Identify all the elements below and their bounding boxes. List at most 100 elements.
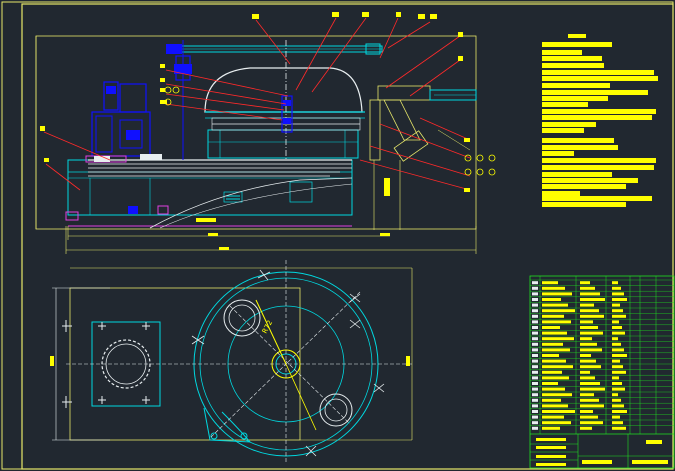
- elevation-dimensions: [65, 129, 477, 254]
- table-cell-text: [612, 415, 620, 419]
- table-cell-text: [612, 331, 625, 335]
- elevation-view: [35, 12, 496, 254]
- table-row-number: [532, 421, 538, 425]
- table-cell-text: [612, 365, 623, 369]
- table-cell-text: [580, 421, 603, 425]
- table-cell-text: [580, 393, 594, 397]
- table-cell-text: [542, 426, 560, 430]
- table-cell-text: [612, 281, 618, 285]
- table-cell-text: [612, 314, 626, 318]
- table-row-number: [532, 320, 538, 324]
- table-cell-text: [580, 281, 590, 285]
- table-cell-text: [542, 376, 569, 380]
- table-cell-text: [580, 398, 599, 402]
- table-cell-text: [580, 404, 604, 408]
- table-cell-text: [580, 314, 604, 318]
- table-row-number: [532, 415, 538, 419]
- table-cell-text: [612, 309, 623, 313]
- table-row-number: [532, 292, 538, 296]
- table-cell-text: [542, 286, 565, 290]
- table-cell-text: [542, 404, 568, 408]
- table-cell-text: [542, 359, 566, 363]
- base-frame: [65, 159, 353, 227]
- table-cell-text: [612, 398, 621, 402]
- table-cell-text: [542, 410, 575, 413]
- table-cell-text: [580, 320, 593, 324]
- table-cell-text: [580, 292, 600, 296]
- table-cell-text: [580, 348, 602, 352]
- table-row-number: [532, 326, 538, 329]
- table-cell-text: [580, 365, 601, 369]
- table-cell-text: [580, 342, 597, 346]
- table-cell-text: [612, 382, 622, 385]
- table-row-number: [532, 314, 538, 318]
- table-cell-text: [612, 370, 626, 374]
- table-cell-text: [612, 387, 625, 391]
- table-row-number: [532, 337, 538, 341]
- technical-notes: [542, 34, 658, 207]
- table-cell-text: [580, 387, 605, 391]
- table-cell-text: [612, 421, 623, 425]
- table-cell-text: [580, 354, 591, 357]
- table-row-number: [532, 404, 538, 408]
- table-row-number: [532, 387, 538, 391]
- table-cell-text: [542, 354, 559, 357]
- table-cell-text: [542, 298, 561, 301]
- table-row-number: [532, 398, 538, 402]
- table-cell-text: [612, 359, 620, 363]
- table-cell-text: [542, 382, 558, 385]
- table-row-number: [532, 342, 538, 346]
- table-row-number: [532, 281, 538, 285]
- table-cell-text: [542, 348, 570, 352]
- table-cell-text: [612, 286, 621, 290]
- table-row-number: [532, 393, 538, 397]
- table-cell-text: [612, 393, 618, 397]
- table-cell-text: [612, 348, 624, 352]
- motor-assembly: [85, 40, 192, 163]
- table-cell-text: [612, 320, 619, 324]
- table-cell-text: [580, 337, 592, 341]
- table-row-number: [532, 382, 538, 385]
- table-cell-text: [542, 387, 565, 391]
- radius-label: R72: [261, 319, 275, 335]
- table-cell-text: [580, 286, 595, 290]
- table-cell-text: [580, 331, 603, 335]
- table-cell-text: [580, 298, 605, 301]
- table-row-number: [532, 426, 538, 430]
- table-cell-text: [612, 342, 621, 346]
- plate-stack: [88, 159, 353, 229]
- table-cell-text: [580, 415, 598, 419]
- table-cell-text: [542, 337, 574, 341]
- table-cell-text: [612, 426, 626, 430]
- main-circle: R72: [66, 260, 412, 464]
- table-row-number: [532, 370, 538, 374]
- table-row-number: [532, 410, 538, 413]
- table-cell-text: [612, 376, 619, 380]
- table-row-number: [532, 359, 538, 363]
- table-cell-text: [612, 292, 624, 296]
- plan-view: R72: [50, 260, 413, 464]
- table-cell-text: [580, 309, 599, 313]
- table-cell-text: [542, 370, 562, 374]
- table-cell-text: [580, 326, 598, 329]
- table-cell-text: [580, 303, 594, 307]
- table-row-number: [532, 298, 538, 301]
- table-cell-text: [542, 342, 563, 346]
- table-cell-text: [542, 314, 564, 318]
- table-row-number: [532, 286, 538, 290]
- table-rows: [530, 279, 674, 430]
- table-cell-text: [542, 365, 573, 369]
- table-cell-text: [542, 309, 575, 313]
- table-cell-text: [580, 370, 590, 374]
- table-cell-text: [612, 404, 624, 408]
- table-cell-text: [542, 398, 561, 402]
- table-cell-text: [612, 298, 627, 301]
- table-cell-text: [580, 382, 600, 385]
- table-row-number: [532, 309, 538, 313]
- discharge-chute: [369, 85, 477, 230]
- table-cell-text: [612, 303, 620, 307]
- table-row-number: [532, 354, 538, 357]
- table-row-number: [532, 303, 538, 307]
- parts-list-table: [529, 275, 675, 469]
- cad-drawing-canvas: R72: [1, 1, 675, 470]
